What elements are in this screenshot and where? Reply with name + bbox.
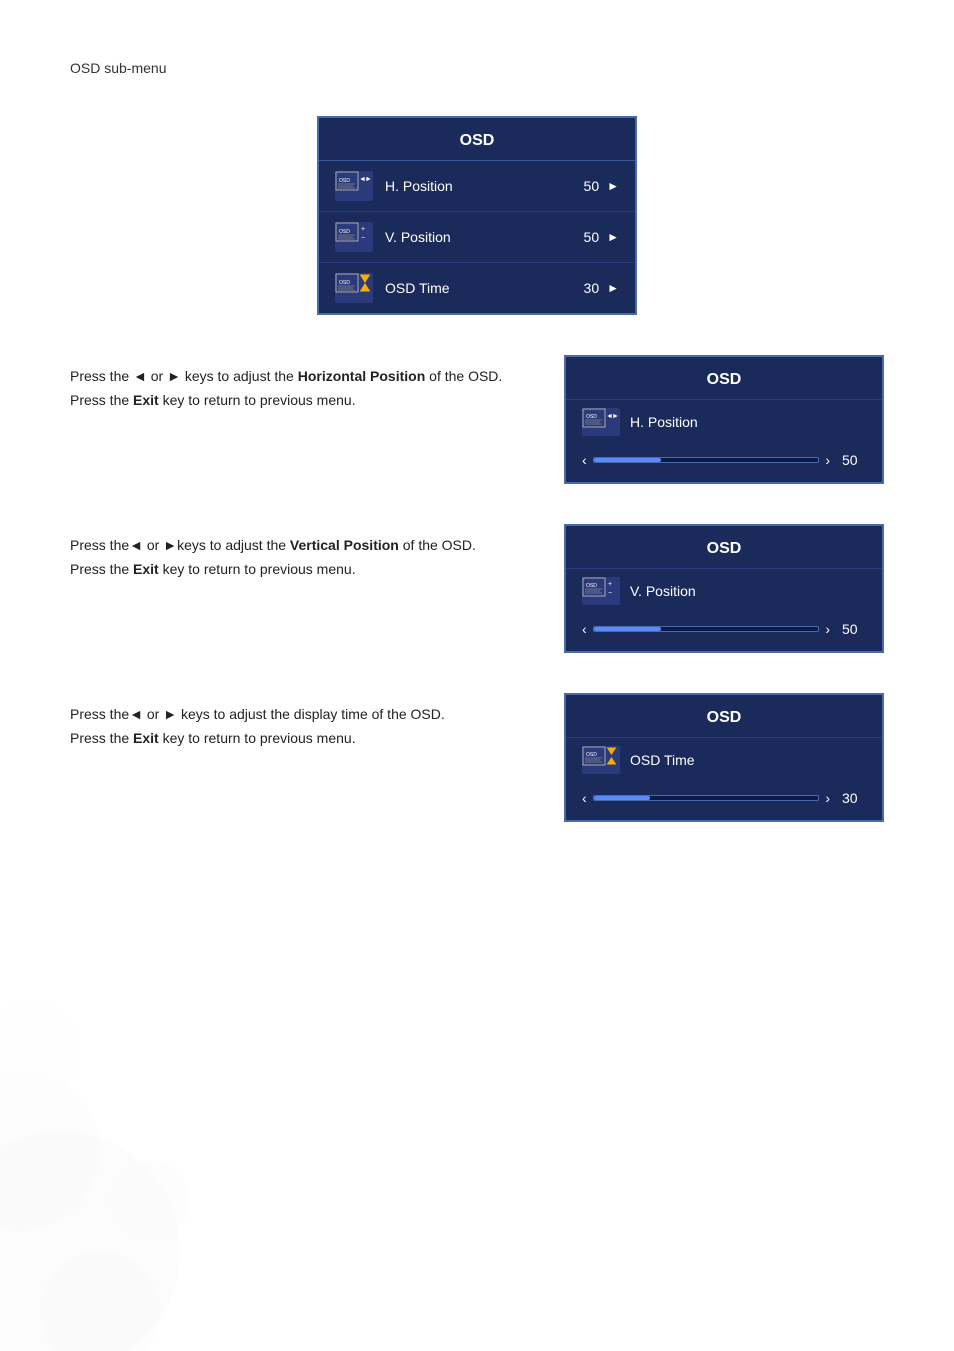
slider-value-v: 50: [842, 621, 866, 637]
osd-sub-row-v-position: OSD + − V. Position: [566, 568, 882, 611]
svg-text:►: ►: [612, 413, 619, 420]
menu-row-h-position: OSD ◄ ► H. Position 50 ►: [319, 161, 635, 212]
h-position-desc-text: Press the ◄ or ► keys to adjust the Hori…: [70, 365, 534, 389]
section-osd-time-desc: Press the◄ or ► keys to adjust the displ…: [70, 693, 534, 751]
osd-sub-panel-h-position: OSD OSD ◄ ► H. Position ‹: [564, 355, 884, 484]
menu-value-v-position: 50: [584, 229, 600, 245]
osd-time-icon: OSD: [335, 273, 373, 303]
slider-left-arrow-t: ‹: [582, 790, 587, 806]
section-h-position-desc: Press the ◄ or ► keys to adjust the Hori…: [70, 355, 534, 413]
slider-right-arrow-h: ›: [825, 452, 830, 468]
menu-row-v-position: OSD + − V. Position 50 ►: [319, 212, 635, 263]
slider-right-arrow-v: ›: [825, 621, 830, 637]
svg-text:OSD: OSD: [586, 414, 597, 420]
osd-main-menu-header: OSD: [319, 118, 635, 161]
slider-value-h: 50: [842, 452, 866, 468]
page-content: OSD sub-menu OSD OSD ◄ ► H. Position 50 …: [0, 0, 954, 922]
v-position-desc-text: Press the◄ or ►keys to adjust the Vertic…: [70, 534, 534, 558]
osd-main-menu: OSD OSD ◄ ► H. Position 50 ► OSD: [317, 116, 637, 315]
h-position-sub-label: H. Position: [630, 414, 698, 430]
menu-value-osd-time: 30: [584, 280, 600, 296]
menu-arrow-osd-time: ►: [607, 281, 619, 295]
menu-arrow-v-position: ►: [607, 230, 619, 244]
section-v-position: Press the◄ or ►keys to adjust the Vertic…: [70, 524, 884, 653]
v-position-bold: Vertical Position: [290, 537, 399, 553]
slider-value-t: 30: [842, 790, 866, 806]
svg-text:−: −: [608, 590, 612, 597]
osd-slider-osd-time: ‹ › 30: [566, 780, 882, 820]
svg-text:►: ►: [365, 176, 372, 183]
osd-slider-h-position: ‹ › 50: [566, 442, 882, 482]
h-position-exit-bold: Exit: [133, 392, 159, 408]
page-title: OSD sub-menu: [70, 60, 884, 76]
svg-text:OSD: OSD: [586, 583, 597, 589]
menu-value-h-position: 50: [584, 178, 600, 194]
menu-arrow-h-position: ►: [607, 179, 619, 193]
svg-text:+: +: [608, 581, 612, 588]
v-position-sub-label: V. Position: [630, 583, 696, 599]
menu-label-h-position: H. Position: [385, 178, 584, 194]
slider-track-h: [593, 457, 820, 463]
section-osd-time: Press the◄ or ► keys to adjust the displ…: [70, 693, 884, 822]
menu-row-osd-time: OSD OSD Time 30 ►: [319, 263, 635, 313]
slider-fill-t: [594, 796, 650, 800]
v-position-sub-icon: OSD + −: [582, 577, 620, 605]
section-v-position-desc: Press the◄ or ►keys to adjust the Vertic…: [70, 524, 534, 582]
slider-track-t: [593, 795, 820, 801]
osd-time-sub-icon: OSD: [582, 746, 620, 774]
osd-sub-row-osd-time: OSD OSD Time: [566, 737, 882, 780]
menu-label-v-position: V. Position: [385, 229, 584, 245]
h-position-exit-text: Press the Exit key to return to previous…: [70, 389, 534, 413]
slider-fill-h: [594, 458, 661, 462]
v-position-exit-text: Press the Exit key to return to previous…: [70, 558, 534, 582]
osd-sub-panel-osd-time: OSD OSD OSD Time ‹: [564, 693, 884, 822]
h-position-sub-icon: OSD ◄ ►: [582, 408, 620, 436]
slider-right-arrow-t: ›: [825, 790, 830, 806]
osd-sub-panel-v-position: OSD OSD + − V. Position ‹: [564, 524, 884, 653]
section-h-position: Press the ◄ or ► keys to adjust the Hori…: [70, 355, 884, 484]
slider-track-v: [593, 626, 820, 632]
menu-label-osd-time: OSD Time: [385, 280, 584, 296]
v-position-exit-bold: Exit: [133, 561, 159, 577]
osd-slider-v-position: ‹ › 50: [566, 611, 882, 651]
osd-sub-row-h-position: OSD ◄ ► H. Position: [566, 399, 882, 442]
svg-text:OSD: OSD: [339, 178, 350, 184]
svg-text:OSD: OSD: [339, 280, 350, 286]
h-position-bold: Horizontal Position: [298, 368, 426, 384]
slider-fill-v: [594, 627, 661, 631]
svg-text:OSD: OSD: [339, 229, 350, 235]
svg-text:+: +: [361, 226, 365, 233]
svg-text:OSD: OSD: [586, 752, 597, 758]
svg-text:−: −: [361, 235, 365, 242]
slider-left-arrow-v: ‹: [582, 621, 587, 637]
osd-time-exit-bold: Exit: [133, 730, 159, 746]
background-decoration: [0, 851, 300, 1351]
osd-sub-header-osd-time: OSD: [566, 695, 882, 737]
osd-sub-header-v-position: OSD: [566, 526, 882, 568]
h-position-icon: OSD ◄ ►: [335, 171, 373, 201]
osd-sub-header-h-position: OSD: [566, 357, 882, 399]
slider-left-arrow-h: ‹: [582, 452, 587, 468]
osd-time-exit-text: Press the Exit key to return to previous…: [70, 727, 534, 751]
osd-time-sub-label: OSD Time: [630, 752, 695, 768]
osd-time-desc-text: Press the◄ or ► keys to adjust the displ…: [70, 703, 534, 727]
v-position-icon: OSD + −: [335, 222, 373, 252]
